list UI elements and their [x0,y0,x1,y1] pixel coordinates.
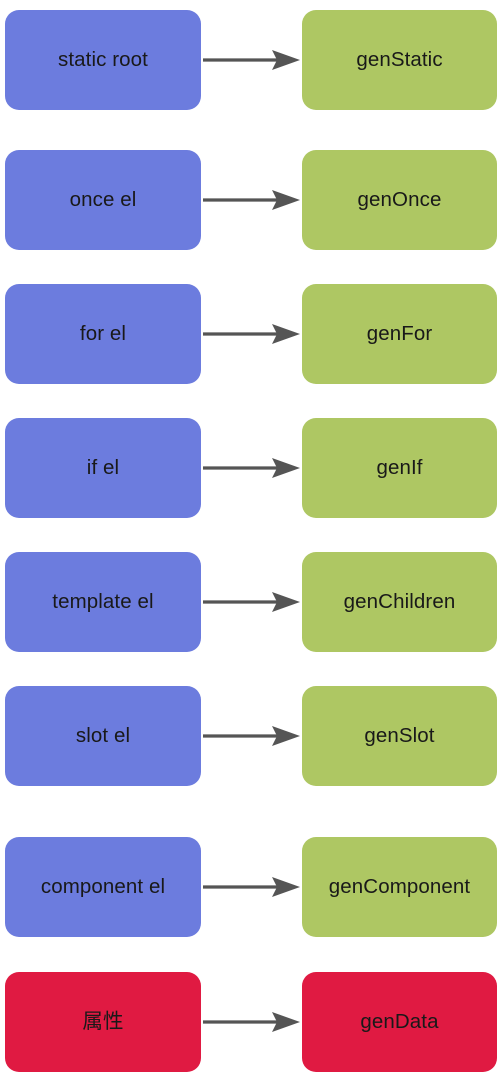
source-node[interactable]: component el [5,837,201,937]
flow-row: component el genComponent [0,837,502,937]
flow-row: 属性 genData [0,972,502,1072]
source-node-label: slot el [75,724,131,747]
target-node-label: genFor [366,322,433,345]
source-node-label: once el [69,188,137,211]
flow-row: template el genChildren [0,552,502,652]
flowchart-canvas: static root genStatic once el genOnce for el… [0,0,502,1084]
target-node[interactable]: genChildren [302,552,497,652]
source-node-label: static root [58,48,148,71]
source-node-label: 属性 [82,1010,124,1033]
flow-row: for el genFor [0,284,502,384]
source-node[interactable]: 属性 [5,972,201,1072]
target-node-label: genOnce [357,188,442,211]
flow-row: if el genIf [0,418,502,518]
target-node-label: genSlot [364,724,435,747]
target-node-label: genIf [376,456,423,479]
source-node-label: template el [52,590,154,613]
source-node[interactable]: for el [5,284,201,384]
source-node[interactable]: static root [5,10,201,110]
flow-row: slot el genSlot [0,686,502,786]
source-node[interactable]: once el [5,150,201,250]
target-node[interactable]: genSlot [302,686,497,786]
target-node-label: genStatic [356,48,443,71]
target-node[interactable]: genOnce [302,150,497,250]
target-node-label: genComponent [328,875,471,898]
target-node-label: genData [360,1010,439,1033]
source-node[interactable]: template el [5,552,201,652]
target-node[interactable]: genStatic [302,10,497,110]
source-node-label: for el [79,322,127,345]
source-node-label: component el [40,875,166,898]
target-node-label: genChildren [343,590,456,613]
flow-row: static root genStatic [0,10,502,110]
source-node[interactable]: slot el [5,686,201,786]
source-node-label: if el [86,456,120,479]
target-node[interactable]: genIf [302,418,497,518]
target-node[interactable]: genComponent [302,837,497,937]
source-node[interactable]: if el [5,418,201,518]
target-node[interactable]: genData [302,972,497,1072]
flow-row: once el genOnce [0,150,502,250]
target-node[interactable]: genFor [302,284,497,384]
